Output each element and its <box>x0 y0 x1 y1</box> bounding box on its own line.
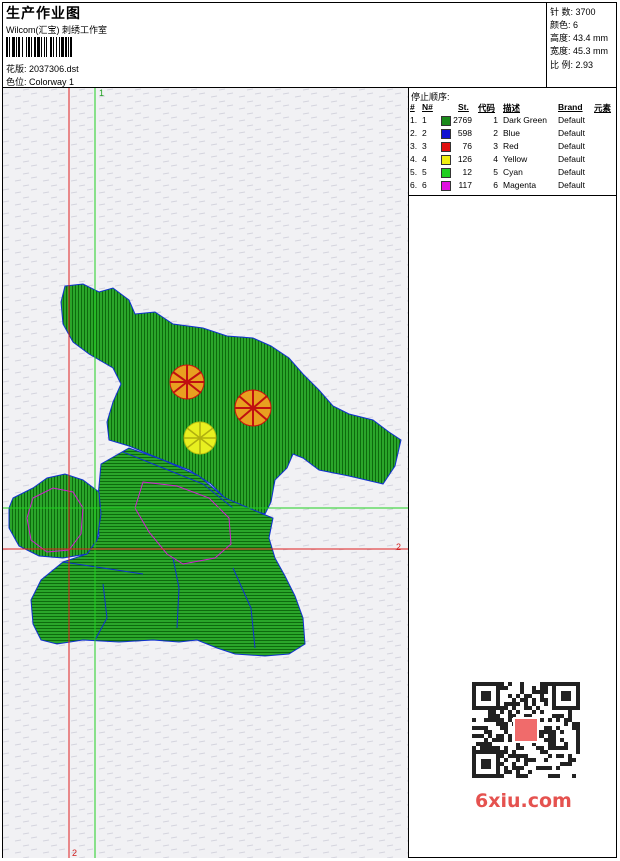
design-label: 花版: <box>6 64 27 74</box>
guide-label-red-bottom: 2 <box>72 848 78 858</box>
stitch-count: 117 <box>458 180 472 190</box>
stitch-count: 2769 <box>453 115 472 125</box>
thread-brand: Default <box>558 128 585 138</box>
stop-seq: 5. <box>410 167 418 177</box>
thread-brand: Default <box>558 180 585 190</box>
stop-table-row[interactable]: 1. 1 2769 1 Dark Green Default <box>410 114 616 127</box>
red-motif-1 <box>169 364 205 400</box>
stop-table-divider <box>408 195 617 196</box>
stop-seq: 1. <box>410 115 418 125</box>
stop-seq: 6. <box>410 180 418 190</box>
needle-number: 4 <box>422 154 427 164</box>
yellow-motif <box>183 421 217 455</box>
stitch-count: 126 <box>457 154 472 164</box>
qr-pattern <box>472 682 580 778</box>
design-preview <box>3 88 408 858</box>
color-count: 颜色: 6 <box>550 20 579 30</box>
red-motif-2 <box>234 389 272 427</box>
thread-brand: Default <box>558 115 585 125</box>
stop-table-header-cell: N# <box>422 102 433 112</box>
barcode-bar <box>70 37 72 57</box>
color-code: 3 <box>493 141 498 151</box>
thread-brand: Default <box>558 141 585 151</box>
stop-table-header-cell: # <box>410 102 415 112</box>
color-swatch <box>441 168 451 178</box>
color-swatch <box>441 155 451 165</box>
color-swatch <box>441 129 451 139</box>
panel-divider <box>408 88 409 858</box>
watermark-logo: 6xiu.com <box>475 790 572 812</box>
stop-seq: 4. <box>410 154 418 164</box>
color-description: Blue <box>503 128 521 138</box>
color-code: 6 <box>493 180 498 190</box>
design-canvas[interactable] <box>3 88 408 858</box>
color-swatch <box>441 181 451 191</box>
stop-seq: 2. <box>410 128 418 138</box>
design-width: 宽度: 45.3 mm <box>550 46 609 56</box>
studio-name: Wilcom(汇宝) 刺绣工作室 <box>6 25 107 35</box>
qr-code <box>472 682 580 778</box>
stop-table-header-cell: 描述 <box>503 103 521 113</box>
design-file-row: 花版: 2037306.dst <box>6 62 79 75</box>
needle-number: 5 <box>422 167 427 177</box>
color-swatch <box>441 142 451 152</box>
thread-brand: Default <box>558 154 585 164</box>
page-title: 生产作业图 <box>6 5 81 21</box>
color-description: Yellow <box>503 154 528 164</box>
color-code: 4 <box>493 154 498 164</box>
design-summary: 针 数: 3700 颜色: 6 高度: 43.4 mm 宽度: 45.3 mm … <box>546 2 617 88</box>
colorway-value: Colorway 1 <box>29 77 75 87</box>
design-scale: 比 例: 2.93 <box>550 60 594 70</box>
stitch-count: 针 数: 3700 <box>550 7 596 17</box>
barcode <box>6 37 141 57</box>
stitch-count: 12 <box>462 167 472 177</box>
design-file: 2037306.dst <box>29 64 79 74</box>
color-description: Magenta <box>503 180 537 190</box>
stop-table-header-cell: St. <box>458 102 469 112</box>
guide-label-green: 1 <box>99 88 105 98</box>
stop-table-row[interactable]: 5. 5 12 5 Cyan Default <box>410 166 616 179</box>
color-code: 2 <box>493 128 498 138</box>
stop-table-row[interactable]: 2. 2 598 2 Blue Default <box>410 127 616 140</box>
stop-table-header-cell: 元素 <box>594 103 612 113</box>
color-code: 1 <box>493 115 498 125</box>
needle-number: 2 <box>422 128 427 138</box>
guide-label-red-right: 2 <box>396 542 402 552</box>
color-description: Dark Green <box>503 115 547 125</box>
needle-number: 6 <box>422 180 427 190</box>
color-code: 5 <box>493 167 498 177</box>
stop-seq: 3. <box>410 141 418 151</box>
stop-table-row[interactable]: 3. 3 76 3 Red Default <box>410 140 616 153</box>
stitch-count: 598 <box>457 128 472 138</box>
colorway-label: 色位: <box>6 77 27 87</box>
stop-table-header: # N# St. 代码 描述 Brand 元素 <box>410 101 616 114</box>
thread-brand: Default <box>558 167 585 177</box>
needle-number: 1 <box>422 115 427 125</box>
stop-table-header-cell: Brand <box>558 102 583 112</box>
stop-table-row[interactable]: 6. 6 117 6 Magenta Default <box>410 179 616 192</box>
needle-number: 3 <box>422 141 427 151</box>
color-description: Red <box>503 141 519 151</box>
stitch-count: 76 <box>462 141 472 151</box>
stop-table-row[interactable]: 4. 4 126 4 Yellow Default <box>410 153 616 166</box>
color-swatch <box>441 116 451 126</box>
stop-table-header-cell: 代码 <box>478 103 496 113</box>
design-height: 高度: 43.4 mm <box>550 33 609 43</box>
color-description: Cyan <box>503 167 523 177</box>
